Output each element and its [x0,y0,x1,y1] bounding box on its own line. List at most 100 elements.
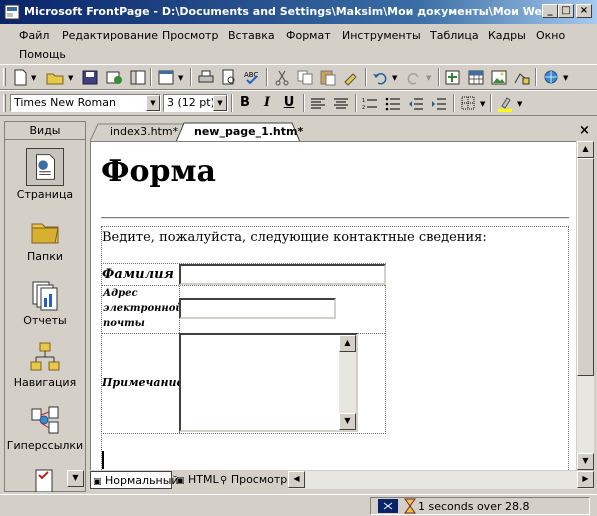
cut-icon[interactable] [272,68,292,87]
menu-edit[interactable]: Редактирование [62,29,158,42]
undo-icon[interactable] [370,68,390,87]
decrease-indent-icon[interactable] [406,94,426,113]
highlight-color-icon[interactable] [495,94,515,113]
page-view-large-icon [26,148,64,186]
toolbar-grip[interactable] [3,68,6,86]
connection-status-icon [378,499,398,513]
new-dropdown-arrow-icon[interactable]: ▼ [31,74,36,82]
view-dropdown-arrow-icon[interactable]: ▼ [178,74,183,82]
undo-dropdown-arrow-icon[interactable]: ▼ [392,74,397,82]
folder-list-icon[interactable] [128,68,148,87]
page-editor[interactable]: Форма Ведите, пожалуйста, следующие конт… [90,141,576,470]
download-time-text: 1 seconds over 28.8 [418,500,530,513]
align-center-icon[interactable] [331,94,351,113]
publish-web-icon[interactable] [104,68,124,87]
view-hyperlinks[interactable]: Гиперссылки [5,403,85,452]
close-document-icon[interactable]: × [579,123,590,138]
save-icon[interactable] [80,68,100,87]
menu-tools[interactable]: Инструменты [342,29,421,42]
page-heading[interactable]: Форма [101,154,216,189]
borders-dropdown-arrow-icon[interactable]: ▼ [480,100,485,108]
font-size-select[interactable]: 3 (12 pt) ▼ [163,94,228,112]
hyperlink-dropdown-arrow-icon[interactable]: ▼ [563,74,568,82]
scroll-left-button[interactable]: ◀ [288,471,305,488]
menu-window[interactable]: Окно [536,29,565,42]
view-navigation[interactable]: Навигация [5,340,85,389]
note-textarea-scrollbar[interactable]: ▲ ▼ [339,335,356,430]
window-title: Microsoft FrontPage - D:\Documents and S… [24,5,575,18]
scroll-down-button[interactable]: ▼ [577,453,594,470]
copy-icon[interactable] [295,68,315,87]
views-bar: Виды Страница Папки Отчеты Навигация Гип… [4,121,86,492]
note-scroll-down-button[interactable]: ▼ [339,413,356,430]
email-input[interactable] [179,298,336,319]
underline-button[interactable]: U [281,95,297,110]
tab-html[interactable]: ▣ HTML [174,471,219,489]
format-painter-icon[interactable] [341,68,361,87]
page-view-icon[interactable] [156,68,176,87]
font-name-select[interactable]: Times New Roman ▼ [10,94,161,112]
maximize-button[interactable]: □ [558,4,574,18]
tab-new-page-1[interactable]: new_page_1.htm* [186,123,311,141]
insert-picture-icon[interactable] [489,68,509,87]
normal-view-icon: ▣ [93,477,102,487]
status-bar: 1 seconds over 28.8 [0,494,597,516]
new-page-icon[interactable] [10,68,30,87]
editor-horizontal-scrollbar[interactable]: ◀ ▶ [288,471,594,489]
view-reports[interactable]: Отчеты [5,278,85,327]
drawing-icon[interactable] [512,68,532,87]
print-preview-icon[interactable] [219,68,239,87]
surname-input[interactable] [179,264,386,285]
increase-indent-icon[interactable] [429,94,449,113]
menu-insert[interactable]: Вставка [228,29,275,42]
borders-icon[interactable] [458,94,478,113]
menu-file[interactable]: Файл [19,29,49,42]
folders-icon [31,223,59,244]
note-textarea[interactable]: ▲ ▼ [179,333,358,432]
insert-table-icon[interactable] [466,68,486,87]
menu-help[interactable]: Помощь [19,48,66,61]
label-email-line1: Адрес [103,288,138,299]
insert-component-icon[interactable] [443,68,463,87]
bold-button[interactable]: B [237,95,253,110]
close-button[interactable]: × [576,4,592,18]
view-folders[interactable]: Папки [5,214,85,263]
paste-icon[interactable] [318,68,338,87]
tab-preview[interactable]: ⚲ Просмотр [218,471,288,489]
view-hyperlinks-label: Гиперссылки [6,439,84,452]
italic-button[interactable]: I [259,95,275,110]
tab-index3[interactable]: index3.htm* [102,123,186,141]
align-left-icon[interactable] [308,94,328,113]
views-header: Виды [5,122,85,140]
tab-preview-label: Просмотр [230,473,288,486]
tab-normal[interactable]: ▣ Нормальный [90,471,179,489]
minimize-button[interactable]: _ [542,4,558,18]
bullets-icon[interactable] [383,94,403,113]
views-scroll-down-button[interactable]: ▼ [67,470,84,487]
menu-view[interactable]: Просмотр [162,29,218,42]
print-icon[interactable] [196,68,216,87]
chevron-down-icon[interactable]: ▼ [146,95,160,111]
scroll-right-button[interactable]: ▶ [577,471,594,488]
label-email-line3: почты [103,318,145,329]
toolbar-grip[interactable] [3,94,6,112]
numbering-icon[interactable]: 12 [360,94,380,113]
chevron-down-icon[interactable]: ▼ [213,95,227,111]
view-page[interactable]: Страница [5,148,85,201]
note-scroll-up-button[interactable]: ▲ [339,335,356,352]
hyperlink-icon[interactable] [541,68,561,87]
open-dropdown-arrow-icon[interactable]: ▼ [68,74,73,82]
spelling-icon[interactable]: ABC [242,68,262,87]
open-folder-icon[interactable] [45,68,65,87]
editor-vertical-scrollbar[interactable]: ▲ ▼ [577,141,594,470]
form-intro-text[interactable]: Ведите, пожалуйста, следующие контактные… [102,230,487,245]
menu-format[interactable]: Формат [286,29,331,42]
menu-frames[interactable]: Кадры [488,29,526,42]
label-email-line2: электронной [103,303,183,314]
highlight-dropdown-arrow-icon[interactable]: ▼ [517,100,522,108]
menu-table[interactable]: Таблица [430,29,479,42]
scroll-thumb[interactable] [577,158,594,376]
menu-bar: Файл Редактирование Просмотр Вставка Фор… [0,24,597,64]
tab-html-label: HTML [188,473,219,486]
scroll-up-button[interactable]: ▲ [577,141,594,158]
